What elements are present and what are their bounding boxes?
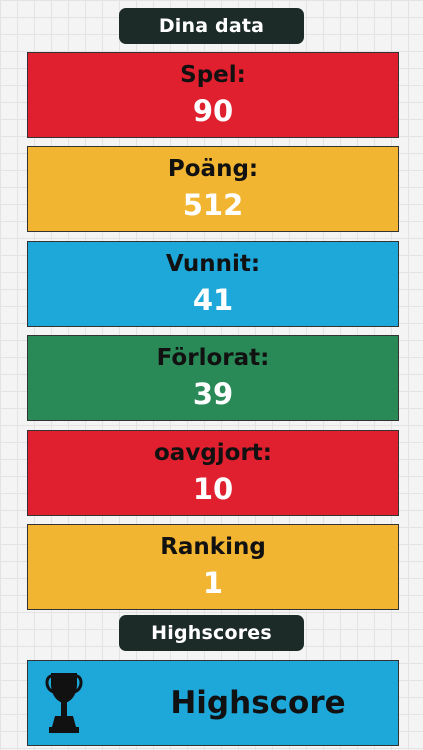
stat-label: Ranking	[160, 533, 266, 560]
stat-value: 90	[192, 94, 234, 128]
stat-won: Vunnit: 41	[27, 240, 399, 327]
page-title: Dina data	[119, 8, 304, 44]
stat-label: Poäng:	[167, 156, 259, 183]
highscores-heading: Highscores	[119, 615, 304, 651]
stat-value: 39	[192, 377, 234, 412]
stat-lost: Förlorat: 39	[27, 335, 399, 422]
stat-label: Förlorat:	[156, 345, 270, 372]
stats-list: Spel: 90 Poäng: 512 Vunnit: 41 Förlorat:…	[27, 52, 399, 618]
stat-points: Poäng: 512	[27, 146, 399, 233]
highscore-button[interactable]: Highscore	[27, 660, 399, 746]
stat-value: 512	[182, 188, 244, 223]
highscore-button-label: Highscore	[170, 685, 346, 721]
stat-games: Spel: 90	[27, 52, 399, 138]
trophy-icon	[45, 673, 83, 733]
stat-ranking: Ranking 1	[27, 523, 399, 610]
stat-label: Vunnit:	[165, 250, 261, 277]
stat-value: 41	[192, 282, 234, 317]
stat-label: Spel:	[180, 62, 246, 88]
stat-label: oavgjort:	[154, 439, 272, 466]
stat-value: 10	[192, 471, 234, 506]
stat-value: 1	[202, 565, 224, 600]
stat-draw: oavgjort: 10	[27, 429, 399, 516]
